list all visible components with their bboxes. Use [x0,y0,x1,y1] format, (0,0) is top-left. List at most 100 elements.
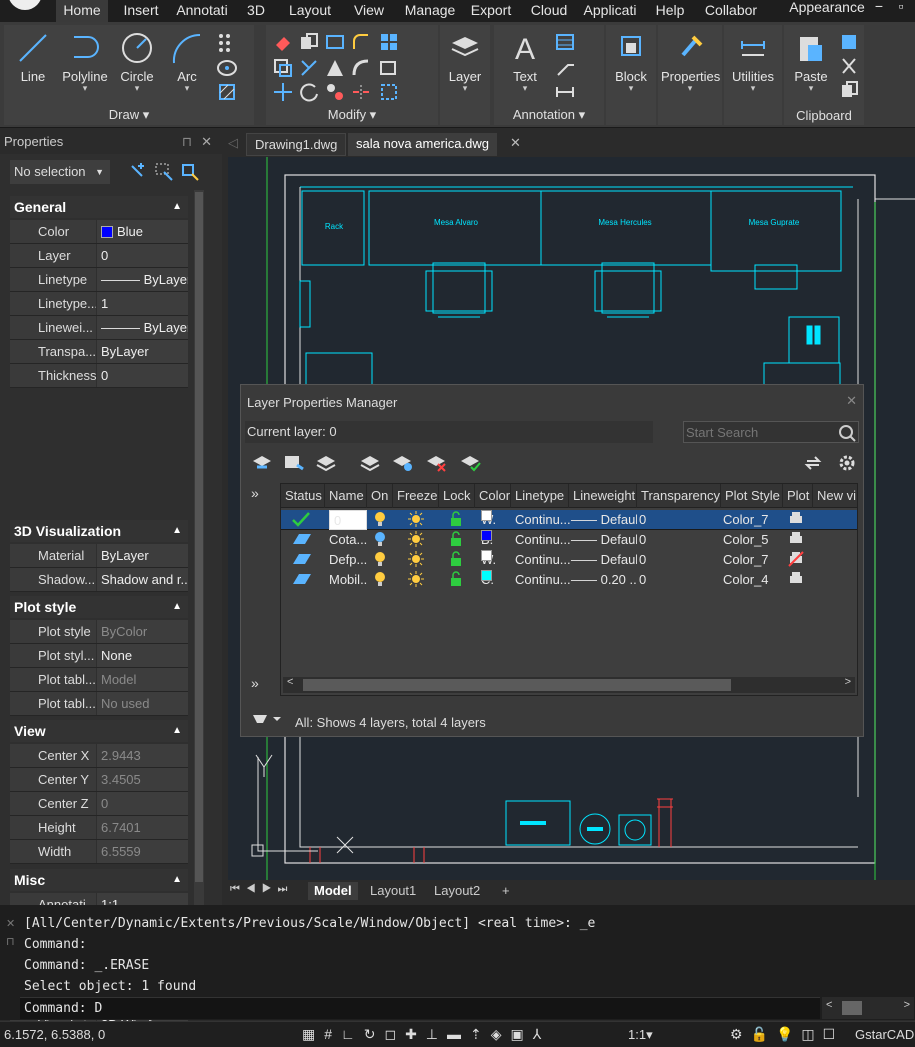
property-value[interactable]: 0 [97,364,188,387]
layer-list-hscroll[interactable]: < > [283,676,855,693]
property-value[interactable]: 3.4505 [97,768,188,791]
tab-cloud[interactable]: Cloud [526,0,572,22]
move-icon[interactable] [272,81,294,103]
copy-clip-icon[interactable] [838,31,860,53]
properties-tool[interactable]: Properties ▾ [661,25,720,93]
collapse-icon[interactable]: ▲ [172,196,182,218]
offset-icon[interactable] [272,57,294,79]
layer-plot-icon[interactable] [787,550,807,570]
rotate-icon[interactable] [298,81,320,103]
layer-on-icon[interactable] [373,550,393,570]
cmd-close-icon[interactable]: ✕ [6,917,15,930]
property-row[interactable]: Center X 2.9443 [10,744,188,768]
tab-annotate[interactable]: Annotati [172,0,232,22]
break-icon[interactable] [350,81,372,103]
ellipse-icon[interactable] [216,57,238,79]
text-tool[interactable]: A Text ▾ [496,25,554,93]
property-row[interactable]: Center Z 0 [10,792,188,816]
layer-lock-icon[interactable] [449,510,469,530]
section-plot[interactable]: Plot style ▲ [10,596,188,618]
layer-name[interactable]: 0 [329,510,367,530]
layer-status-icon[interactable] [287,510,323,530]
annotation-scale[interactable]: 1:1▾ [628,1027,653,1043]
layer-status-icon[interactable] [287,550,323,570]
draw-panel-label[interactable]: Draw ▾ [4,107,254,123]
collapse-icon[interactable]: ▲ [172,520,182,542]
properties-scrollbar[interactable] [194,190,204,950]
property-row[interactable]: Material ByLayer [10,544,188,568]
layout-nav-icons[interactable]: ⏮◀▶⏭ [230,883,293,896]
group-filter-icon[interactable] [283,453,305,473]
tab-collaborate[interactable]: Collabor [700,0,762,22]
layer-name[interactable]: Mobil... [329,570,367,590]
layer-status-icon[interactable] [287,530,323,550]
tab-manage[interactable]: Manage [402,0,458,22]
tab-help[interactable]: Help [650,0,690,22]
property-value[interactable]: ByLayer [97,544,188,567]
filter-tree-icon[interactable] [251,711,283,729]
col-name[interactable]: Name [325,484,367,508]
property-row[interactable]: Center Y 3.4505 [10,768,188,792]
col-linetype[interactable]: Linetype [511,484,569,508]
section-viz[interactable]: 3D Visualization ▲ [10,520,188,542]
collapse-icon[interactable]: ▲ [172,596,182,618]
property-value[interactable]: ByLayer [97,340,188,363]
property-value[interactable]: 1 [97,292,188,315]
explode-icon[interactable] [378,57,400,79]
close-icon[interactable]: ✕ [201,130,212,154]
layer-on-icon[interactable] [373,510,393,530]
layer-name[interactable]: Defp... [329,550,367,570]
layer-on-icon[interactable] [373,570,393,590]
layer-name[interactable]: Cota... [329,530,367,550]
join-icon[interactable] [324,81,346,103]
property-value[interactable]: Shadow and r... [97,568,188,591]
property-row[interactable]: Linetype ——— ByLayer [10,268,188,292]
appearance-menu[interactable]: Appearance ▾ [784,0,870,35]
scale-icon[interactable] [324,57,346,79]
property-row[interactable]: Layer 0 [10,244,188,268]
collapse-icon[interactable]: ▲ [172,869,182,891]
layer-status-icon[interactable] [287,570,323,590]
quick-select-icon[interactable] [180,162,200,182]
set-current-icon[interactable] [459,453,481,473]
property-row[interactable]: Plot tabl... No used [10,692,188,716]
collapse-icon[interactable]: ▲ [172,720,182,742]
property-value[interactable]: 0 [97,792,188,815]
new-layer-filter-icon[interactable] [251,453,273,473]
pin-icon[interactable]: ⊓ [182,130,192,154]
arc-tool[interactable]: Arc ▾ [158,25,216,93]
property-row[interactable]: Height 6.7401 [10,816,188,840]
layer-row[interactable]: Cota... B. Continu...—— Default0 Color_5 [281,530,857,550]
col-status[interactable]: Status [281,484,325,508]
dimension-icon[interactable] [554,81,576,103]
fillet-icon[interactable] [350,31,372,53]
status-toggles[interactable]: ▦#∟↻◻✚⊥▬⇡◈▣⅄ [302,1026,722,1044]
align-icon[interactable] [378,81,400,103]
layer-lock-icon[interactable] [449,550,469,570]
paste-tool[interactable]: Paste ▾ [782,25,840,93]
section-misc[interactable]: Misc ▲ [10,869,188,891]
col-lineweight[interactable]: Lineweight [569,484,637,508]
property-row[interactable]: Linewei... ——— ByLayer [10,316,188,340]
layer-freeze-icon[interactable] [407,570,427,590]
tab-insert[interactable]: Insert [116,0,166,22]
tab-export[interactable]: Export [466,0,516,22]
stretch-icon[interactable] [350,57,372,79]
layer-states-icon[interactable] [315,453,337,473]
array-icon[interactable] [378,31,400,53]
col-freeze[interactable]: Freeze [393,484,439,508]
section-view[interactable]: View ▲ [10,720,188,742]
polyline-tool[interactable]: Polyline ▾ [56,25,114,93]
close-tab-icon[interactable]: ✕ [510,135,521,151]
delete-layer-icon[interactable] [425,453,447,473]
toggle-pickadd-icon[interactable] [128,162,148,182]
property-value[interactable]: Blue [97,220,188,243]
layer-row[interactable]: Defp... W. Continu...—— Default0 Color_7 [281,550,857,570]
leader-icon[interactable] [554,57,576,79]
tab-layout[interactable]: Layout [284,0,336,22]
copy-icon[interactable] [298,31,320,53]
property-row[interactable]: Color Blue [10,220,188,244]
restore-icon[interactable]: ▫ [894,0,908,18]
tab-add[interactable]: + [502,882,510,900]
layer-freeze-icon[interactable] [407,510,427,530]
